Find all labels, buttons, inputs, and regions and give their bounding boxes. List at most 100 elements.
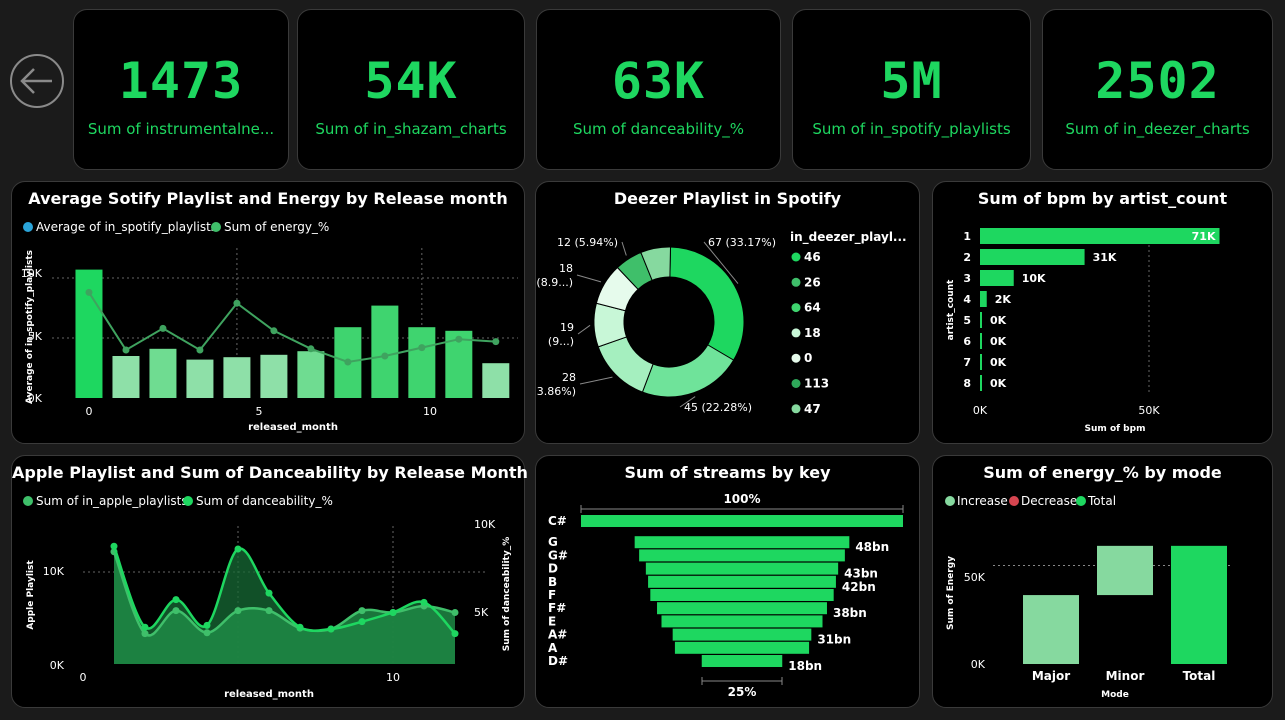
donut-data-label: (9...) [548,335,574,348]
donut-data-label: (13.86%) [536,385,576,398]
y2-axis-label: Sum of danceability_% [502,537,512,651]
y-tick: 2 [963,251,971,264]
back-button[interactable] [10,54,64,108]
chart-card-streams-key: Sum of streams by key 100% 25% C# G 48bn G#… [535,455,920,708]
legend-marker [791,353,801,363]
legend-marker [791,404,801,414]
legend-marker-energy [211,222,221,232]
chart-card-bpm-artist: Sum of bpm by artist_count 0K 50K Sum of… [932,181,1273,444]
bar-data-label: 2K [995,293,1012,306]
series-point [234,545,242,553]
legend-label: Sum of energy_% [224,220,329,234]
legend-label: Sum of danceability_% [196,494,333,508]
funnel-category: D# [548,654,568,668]
funnel-bar [648,575,836,588]
legend-title: in_deezer_playl... [790,230,907,245]
y2-tick: 5K [474,606,489,619]
legend-marker [791,252,801,262]
chart-card-deezer-donut: Deezer Playlist in Spotify in_deezer_pla… [535,181,920,444]
legend-marker-increase [945,496,955,506]
donut-leader [621,241,627,256]
series-point [420,598,428,606]
donut-data-label: 45 (22.28%) [684,401,752,414]
funnel-top-label: 100% [723,492,760,506]
x-tick: 10 [423,405,437,418]
donut-data-label: 18 [559,262,573,275]
legend-marker-dance [183,496,193,506]
funnel-category: A# [548,628,567,642]
waterfall-bar [1097,545,1153,596]
kpi-label: Sum of instrumentalne... [87,120,275,138]
bar-avg-playlists [149,348,177,398]
x-axis-label: Mode [1101,690,1129,700]
bar-avg-playlists [482,363,510,398]
funnel-data-label: 18bn [788,659,822,673]
donut-leader [577,324,591,335]
bar-data-label: 71K [1192,230,1216,243]
legend-label: Increase [957,494,1008,508]
legend-label: Decrease [1021,494,1077,508]
bar-avg-playlists [186,359,214,398]
bar-bpm [980,291,987,307]
series-point [265,607,273,615]
donut-slice [641,344,735,398]
point-energy [85,288,93,296]
legend-label: 26 [804,275,821,289]
point-energy [344,358,352,366]
kpi-value: 5M [880,52,943,110]
funnel-category: F [548,588,556,602]
x-tick: Total [1183,669,1216,683]
y-tick: 4 [963,293,971,306]
chart-energy-mode: Increase Decrease Total 50K 0K Mode Sum … [945,494,1233,700]
kpi-value: 54K [364,52,458,110]
x-axis-label: released_month [224,689,314,700]
legend-label: 18 [804,326,821,340]
y-tick: 3 [963,272,971,285]
funnel-category: B [548,575,557,589]
bar-avg-playlists [223,357,251,398]
point-energy [307,345,315,353]
y-axis-label: Sum of Energy [946,556,956,630]
series-point [327,625,335,633]
chart-apple-dance: Sum of in_apple_playlists Sum of danceab… [23,494,512,700]
legend-marker [791,379,801,388]
legend-label: 47 [804,402,821,416]
legend-marker-decrease [1009,496,1019,506]
bar-bpm [980,270,1014,286]
point-energy [381,352,389,360]
funnel-bar [672,628,812,641]
point-energy [455,335,463,343]
series-point [358,618,366,626]
donut-data-label: (8.9...) [536,276,573,289]
point-energy [418,344,426,352]
series-point [389,608,397,616]
bar-bpm [980,333,982,349]
funnel-bar [674,641,810,654]
series-point [203,621,211,629]
kpi-label: Sum of in_spotify_playlists [812,120,1011,138]
x-axis-label: Sum of bpm [1085,424,1146,434]
waterfall-bar [1023,595,1079,664]
bar-bpm [980,375,982,391]
waterfall-bar [1171,545,1227,664]
bar-bpm [980,228,1220,244]
point-energy [122,346,130,354]
y-tick: 8 [963,377,971,390]
kpi-label: Sum of danceability_% [572,120,745,138]
funnel-bottom-label: 25% [728,685,757,699]
bar-data-label: 31K [1093,251,1117,264]
donut-data-label: 19 [560,321,574,334]
bar-data-label: 0K [990,335,1007,348]
bar-bpm [980,312,982,328]
legend-label: Average of in_spotify_playlists [36,220,217,234]
kpi-card-danceability: 63K Sum of danceability_% [536,9,781,170]
legend-label: 64 [804,301,821,315]
y-tick: 0K [50,659,65,672]
legend-marker-avg [23,222,33,232]
funnel-data-label: 38bn [833,606,867,620]
legend-marker [791,277,801,287]
legend-marker [791,303,801,313]
kpi-value: 63K [611,52,706,110]
bar-avg-playlists [371,305,399,398]
x-tick: 0 [80,671,87,684]
